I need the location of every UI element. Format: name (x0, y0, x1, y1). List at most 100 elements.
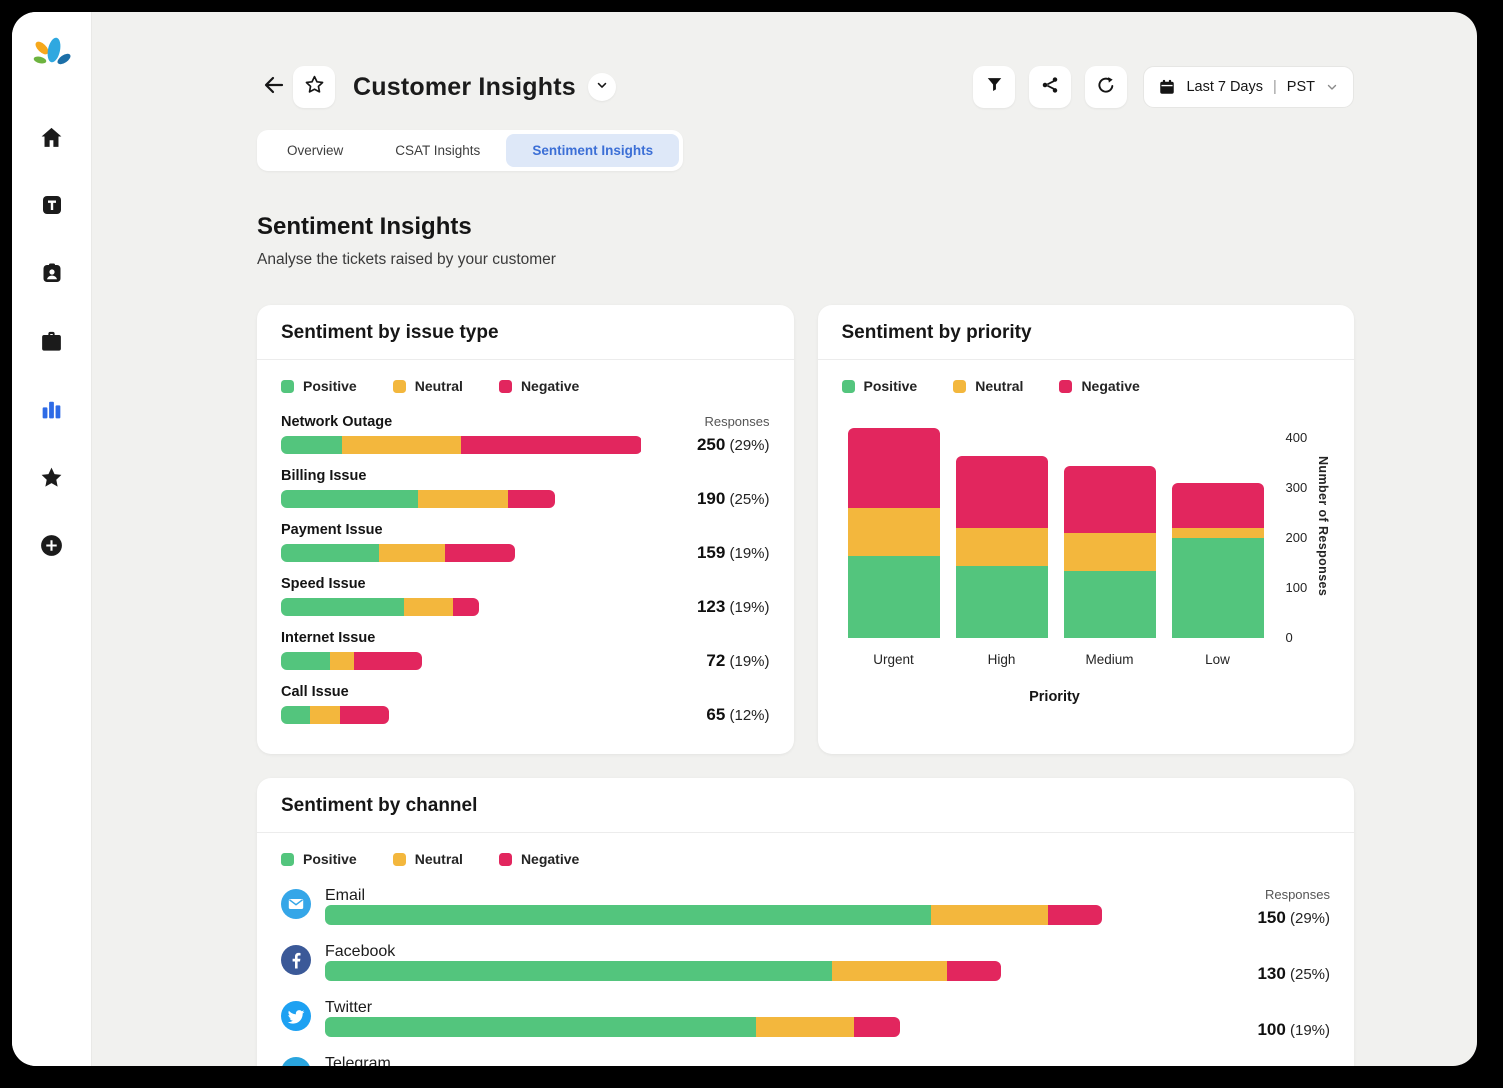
sprinklr-logo (30, 34, 74, 77)
y-tick-label: 400 (1286, 430, 1308, 445)
date-divider: | (1273, 79, 1277, 95)
legend-item-positive: Positive (842, 378, 918, 394)
bar-segment-positive (1064, 571, 1156, 639)
card-sentiment-by-issue-type: Sentiment by issue type PositiveNeutralN… (257, 305, 794, 754)
legend-swatch (842, 380, 855, 393)
contact-card-icon (40, 261, 64, 285)
title-dropdown-button[interactable] (588, 73, 616, 101)
bar-segment-neutral (931, 905, 1048, 925)
legend-swatch (281, 853, 294, 866)
tab-csat-insights[interactable]: CSAT Insights (369, 134, 506, 167)
bar-segment-negative (461, 436, 641, 454)
home-icon (39, 125, 64, 150)
bar-segment-negative (508, 490, 555, 508)
priority-bars (848, 414, 1264, 638)
card-title: Sentiment by channel (257, 778, 1354, 833)
bar-segment-negative (956, 456, 1048, 529)
bar-segment-neutral (756, 1017, 854, 1037)
bar-segment-negative (445, 544, 515, 562)
legend-item-negative: Negative (499, 378, 579, 394)
legend-label: Negative (521, 378, 579, 394)
tab-sentiment-insights[interactable]: Sentiment Insights (506, 134, 679, 167)
bar-segment-positive (1172, 538, 1264, 638)
sidebar-item-favorites[interactable] (30, 455, 74, 499)
responses-value: 123 (19%) (642, 597, 770, 617)
bar-segment-negative (1048, 905, 1102, 925)
stacked-bar (325, 961, 1001, 981)
legend: PositiveNeutralNegative (281, 851, 1330, 867)
t-square-icon (40, 193, 64, 217)
calendar-icon (1158, 78, 1176, 96)
responses-value: 159 (19%) (642, 543, 770, 563)
bar-segment-positive (281, 598, 404, 616)
section-title: Sentiment Insights (257, 213, 1354, 241)
cards-row: Sentiment by issue type Positive Neutral N… (257, 305, 1354, 754)
stacked-bar (281, 652, 422, 670)
favorite-button[interactable] (293, 66, 335, 108)
priority-bar-urgent (848, 428, 940, 638)
sidebar-item-home[interactable] (30, 115, 74, 159)
share-button[interactable] (1029, 66, 1071, 108)
responses-header: Responses (642, 414, 770, 429)
legend-item-negative: Negative (499, 851, 579, 867)
issue-row-payment-issue: Payment Issue.159 (19%) (281, 522, 770, 563)
row-label: Payment Issue (281, 522, 642, 538)
bar-segment-negative (1064, 466, 1156, 534)
x-axis-labels: UrgentHighMediumLow (842, 652, 1331, 667)
bar-segment-neutral (1172, 528, 1264, 538)
card-title: Sentiment by priority (818, 305, 1355, 360)
bar-segment-positive (848, 556, 940, 639)
tab-overview[interactable]: Overview (261, 134, 369, 167)
legend-item-neutral: Neutral (953, 378, 1023, 394)
stacked-bar (325, 1017, 900, 1037)
row-label: Internet Issue (281, 630, 642, 646)
page-title: Customer Insights (353, 73, 576, 102)
x-tick-label: Low (1172, 652, 1264, 667)
bar-segment-neutral (1064, 533, 1156, 571)
issue-row-network-outage: Network OutageResponses250 (29%) (281, 414, 770, 455)
star-outline-icon (304, 74, 325, 100)
bar-segment-positive (281, 706, 310, 724)
facebook-icon (281, 945, 311, 975)
x-tick-label: Medium (1064, 652, 1156, 667)
star-icon (39, 465, 64, 490)
refresh-button[interactable] (1085, 66, 1127, 108)
issue-row-billing-issue: Billing Issue.190 (25%) (281, 468, 770, 509)
channel-row-twitter: Twitter.100 (19%) (281, 999, 1330, 1040)
y-tick-label: 300 (1286, 480, 1308, 495)
date-range-label: Last 7 Days (1186, 79, 1263, 95)
bar-segment-neutral (418, 490, 508, 508)
y-tick-label: 100 (1286, 580, 1308, 595)
issue-row-speed-issue: Speed Issue.123 (19%) (281, 576, 770, 617)
row-label: Billing Issue (281, 468, 642, 484)
card-title: Sentiment by issue type (257, 305, 794, 360)
sidebar-item-analytics[interactable] (30, 387, 74, 431)
sidebar-item-create[interactable] (30, 523, 74, 567)
priority-bar-high (956, 456, 1048, 639)
legend-label: Negative (521, 851, 579, 867)
back-arrow-icon (262, 73, 286, 102)
legend-swatch (393, 853, 406, 866)
bar-segment-negative (453, 598, 479, 616)
stacked-bar (325, 905, 1102, 925)
sidebar-item-tickets[interactable] (30, 183, 74, 227)
date-range-selector[interactable]: Last 7 Days | PST (1143, 66, 1354, 108)
legend-label: Neutral (975, 378, 1023, 394)
back-button[interactable] (257, 66, 291, 108)
issue-type-chart: Network OutageResponses250 (29%) Billing … (281, 414, 770, 725)
legend-item-positive: Positive (281, 851, 357, 867)
sidebar-item-workspace[interactable] (30, 319, 74, 363)
sidebar-item-contacts[interactable] (30, 251, 74, 295)
legend-swatch (953, 380, 966, 393)
legend-label: Negative (1081, 378, 1139, 394)
bar-segment-positive (281, 544, 379, 562)
responses-value: 150 (29%) (1170, 908, 1330, 928)
issue-row-internet-issue: Internet Issue.72 (19%) (281, 630, 770, 671)
filter-button[interactable] (973, 66, 1015, 108)
channel-row-facebook: Facebook.130 (25%) (281, 943, 1330, 984)
legend-swatch (281, 380, 294, 393)
row-label: Telegram (325, 1055, 1170, 1066)
x-axis-title: Priority (842, 689, 1262, 705)
bar-segment-neutral (832, 961, 947, 981)
bar-segment-negative (854, 1017, 900, 1037)
